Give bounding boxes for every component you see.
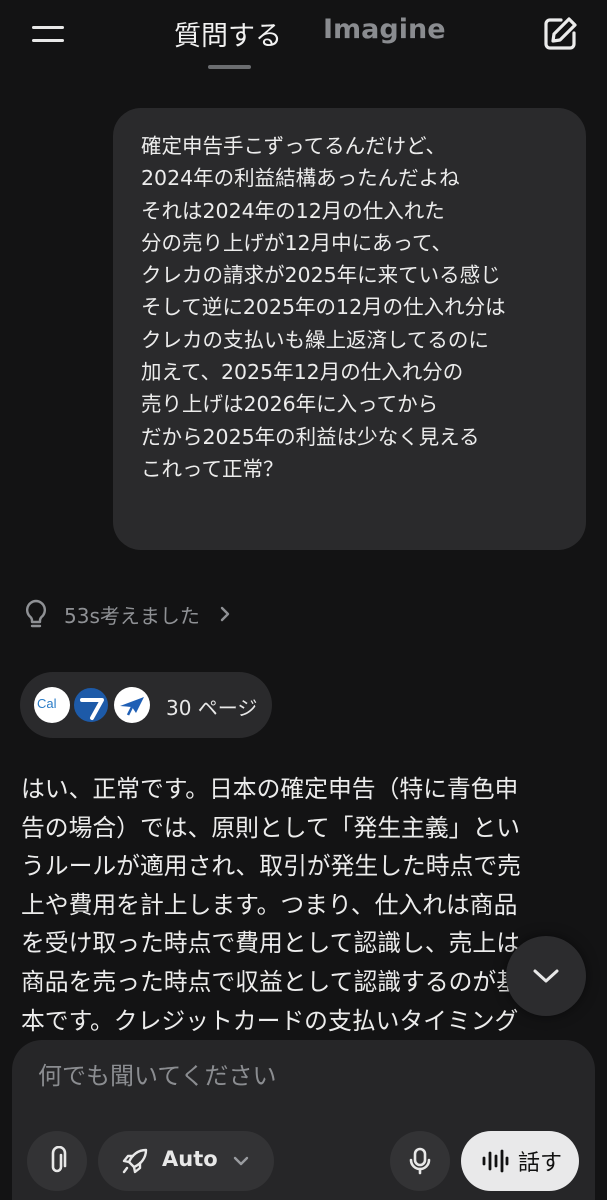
assistant-message-line: 告の場合）では、原則として「発生主義」とい	[21, 813, 521, 842]
user-message-bubble: 確定申告手こずってるんだけど、 2024年の利益結構あったんだよね それは202…	[113, 108, 586, 550]
top-bar: 質問する Imagine	[0, 0, 607, 80]
assistant-message-line: 上や費用を計上します。つまり、仕入れは商品	[21, 890, 518, 919]
user-message-line: 加えて、2025年12月の仕入れ分の	[141, 360, 464, 385]
paperclip-icon	[51, 1146, 67, 1173]
message-input[interactable]	[38, 1054, 558, 1098]
source-favicon-text: Cal	[37, 696, 57, 711]
user-message-line: クレカの支払いも繰上返済してるのに	[141, 327, 489, 352]
user-message-line: だから2025年の利益は少なく見える	[141, 424, 480, 449]
user-message-line: クレカの請求が2025年に来ている感じ	[141, 263, 501, 288]
edit-square-icon[interactable]	[540, 14, 580, 54]
source-favicon-icon: Cal	[34, 687, 70, 723]
microphone-button[interactable]	[390, 1131, 450, 1191]
chevron-down-icon	[533, 969, 559, 983]
tab-imagine[interactable]: Imagine	[323, 14, 446, 45]
voice-mode-button[interactable]: 話す	[461, 1131, 579, 1191]
hamburger-menu-icon[interactable]	[30, 20, 66, 50]
assistant-message-line: はい、正常です。日本の確定申告（特に青色申	[21, 775, 519, 803]
source-favicon-icon	[114, 687, 150, 723]
scroll-down-button[interactable]	[506, 936, 586, 1016]
composer: Auto 話す	[12, 1040, 595, 1200]
chevron-right-icon	[220, 606, 230, 622]
thinking-summary[interactable]: 53s考えました	[22, 596, 232, 632]
assistant-message-line: を受け取った時点で費用として認識し、売上は	[21, 929, 521, 958]
tab-ask[interactable]: 質問する	[174, 14, 282, 53]
rocket-icon	[122, 1148, 148, 1174]
assistant-message-line: 商品を売った時点で収益として認識するのが基	[21, 967, 521, 996]
chat-screen: 質問する Imagine 確定申告手こずってるんだけど、 2024年の利益結構あ…	[0, 0, 607, 1200]
user-message-line: 売り上げは2026年に入ってから	[141, 392, 439, 417]
user-message-line: 2024年の利益結構あったんだよね	[141, 166, 460, 191]
user-message-line: それは2024年の12月の仕入れた	[141, 198, 445, 223]
user-message-line: そして逆に2025年の12月の仕入れ分は	[141, 295, 506, 320]
sources-count-label: 30 ページ	[166, 696, 258, 720]
source-favicon-icon	[72, 686, 110, 724]
attach-button[interactable]	[27, 1131, 87, 1191]
assistant-message-line: 本です。クレジットカードの支払いタイミング	[21, 1006, 519, 1035]
active-tab-indicator	[208, 65, 251, 69]
assistant-message-line: うルールが適用され、取引が発生した時点で売	[21, 852, 521, 881]
microphone-icon	[409, 1147, 431, 1175]
thinking-label: 53s考えました	[64, 603, 200, 628]
user-message-line: 分の売り上げが12月中にあって、	[141, 230, 453, 255]
lightbulb-icon	[25, 599, 47, 628]
model-selector-button[interactable]: Auto	[98, 1131, 274, 1191]
user-message-line: 確定申告手こずってるんだけど、	[141, 134, 447, 158]
sources-pill[interactable]: Cal 30 ページ	[20, 672, 272, 738]
waveform-icon	[482, 1149, 509, 1173]
chevron-down-icon	[233, 1156, 249, 1166]
model-label: Auto	[162, 1147, 218, 1171]
voice-mode-label: 話す	[518, 1151, 563, 1176]
assistant-message: はい、正常です。日本の確定申告（特に青色申 告の場合）では、原則として「発生主義…	[21, 770, 581, 1040]
user-message-line: これって正常？	[141, 456, 284, 481]
